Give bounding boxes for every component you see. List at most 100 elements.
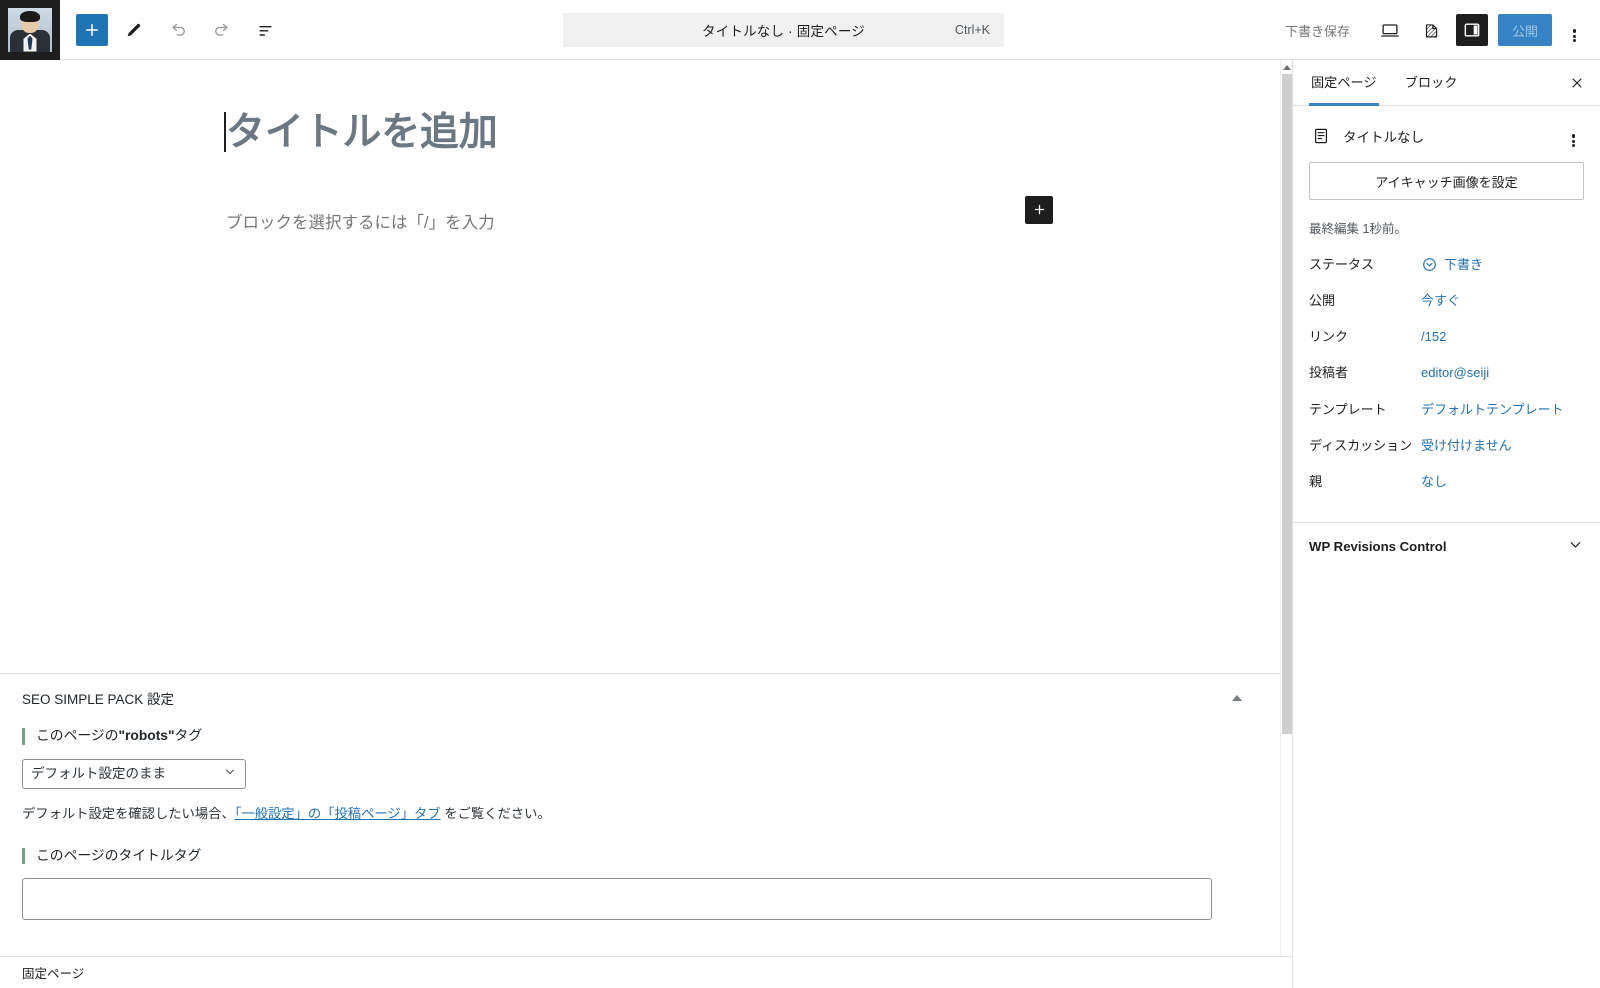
- site-avatar: [8, 7, 52, 52]
- more-vertical-icon: [1571, 133, 1575, 147]
- meta-key-discussion: ディスカッション: [1309, 437, 1413, 453]
- meta-row-link: リンク /152: [1309, 319, 1584, 355]
- block-appender-button[interactable]: [1025, 195, 1053, 224]
- editor-scrollbar[interactable]: [1280, 60, 1292, 988]
- plus-icon: [86, 23, 98, 36]
- meta-value-publish[interactable]: 今すぐ: [1421, 291, 1584, 311]
- meta-row-publish: 公開 今すぐ: [1309, 283, 1584, 319]
- meta-value-template[interactable]: デフォルトテンプレート: [1421, 400, 1584, 420]
- meta-value-discussion[interactable]: 受け付けません: [1421, 436, 1584, 456]
- tab-block[interactable]: ブロック: [1391, 60, 1472, 106]
- title-tag-input[interactable]: [22, 878, 1212, 921]
- preview-button[interactable]: [1372, 12, 1408, 48]
- default-block[interactable]: ブロックを選択するには「/」を入力: [226, 195, 1053, 239]
- meta-boxes-area: SEO SIMPLE PACK 設定 このページの"robots"タグ デフォル…: [0, 673, 1280, 967]
- edit-tool-button[interactable]: [116, 12, 152, 48]
- list-view-icon: [259, 25, 272, 36]
- sidebar-panel-icon: [1464, 23, 1480, 37]
- meta-value-status-text: 下書き: [1444, 257, 1484, 272]
- helper-pre: デフォルト設定を確認したい場合、: [22, 805, 235, 821]
- post-meta-rows: ステータス 下書き 公開 今すぐ リンク /152 投稿者 editor@sei…: [1309, 247, 1584, 500]
- scroll-up-button[interactable]: [1281, 60, 1292, 74]
- meta-key-status: ステータス: [1309, 257, 1375, 272]
- redo-icon: [215, 23, 228, 36]
- close-icon: [1572, 77, 1582, 88]
- site-icon-button[interactable]: [0, 0, 60, 60]
- meta-row-author: 投稿者 editor@seiji: [1309, 355, 1584, 391]
- meta-row-parent: 親 なし: [1309, 464, 1584, 500]
- page-icon: [1309, 124, 1333, 148]
- panel-wp-revisions-control: WP Revisions Control: [1293, 521, 1600, 571]
- meta-value-parent[interactable]: なし: [1421, 472, 1584, 492]
- document-title: タイトルなし: [1343, 130, 1424, 145]
- status-bar-label: 固定ページ: [22, 967, 85, 981]
- tab-page[interactable]: 固定ページ: [1297, 60, 1391, 106]
- options-menu-button[interactable]: [1556, 12, 1592, 48]
- last-edited-text: 最終編集 1秒前。: [1309, 222, 1407, 236]
- editor-canvas[interactable]: タイトルを追加 ブロックを選択するには「/」を入力 SEO SIMPLE PAC…: [0, 60, 1280, 988]
- status-draft-icon: [1421, 256, 1438, 273]
- robots-select[interactable]: デフォルト設定のまま: [22, 758, 246, 789]
- robots-label-bold: "robots": [118, 728, 175, 743]
- command-bar[interactable]: タイトルなし · 固定ページ Ctrl+K: [563, 13, 1004, 47]
- external-view-icon: [1425, 24, 1438, 38]
- view-page-button[interactable]: [1414, 12, 1450, 48]
- metabox-title: SEO SIMPLE PACK 設定: [22, 692, 175, 707]
- robots-helper-text: デフォルト設定を確認したい場合、「一般設定」の「投稿ページ」タブ をご覧ください…: [22, 803, 1258, 822]
- post-title-input[interactable]: タイトルを追加: [224, 110, 1052, 157]
- triangle-up-icon: [1283, 64, 1291, 70]
- meta-key-publish: 公開: [1309, 293, 1336, 309]
- meta-value-status[interactable]: 下書き: [1421, 255, 1584, 275]
- robots-label-suffix: タグ: [174, 728, 203, 743]
- publish-button[interactable]: 公開: [1497, 14, 1552, 46]
- document-actions-button[interactable]: [1558, 120, 1588, 150]
- set-featured-image-button[interactable]: アイキャッチ画像を設定: [1309, 162, 1584, 200]
- metabox-body: このページの"robots"タグ デフォルト設定のまま デフォルト設定を確認した…: [0, 718, 1280, 966]
- helper-post: をご覧ください。: [440, 805, 551, 821]
- meta-key-template: テンプレート: [1309, 401, 1387, 417]
- metabox-seo-simple-pack: SEO SIMPLE PACK 設定 このページの"robots"タグ デフォル…: [0, 674, 1280, 966]
- editor-app: タイトルなし · 固定ページ Ctrl+K 下書き保存 公開 タイトルを追加 ブ…: [0, 0, 1600, 988]
- desktop-icon: [1381, 24, 1399, 37]
- settings-sidebar-toggle[interactable]: [1455, 14, 1488, 46]
- scrollbar-thumb[interactable]: [1282, 74, 1292, 734]
- meta-value-link[interactable]: /152: [1421, 327, 1584, 347]
- editor-top-toolbar: タイトルなし · 固定ページ Ctrl+K 下書き保存 公開: [0, 0, 1600, 60]
- list-view-button[interactable]: [248, 12, 284, 48]
- field-label-robots: このページの"robots"タグ: [22, 728, 1258, 745]
- meta-row-discussion: ディスカッション 受け付けません: [1309, 428, 1584, 464]
- panel-header-wp-revisions-control[interactable]: WP Revisions Control: [1309, 523, 1584, 571]
- redo-button[interactable]: [204, 12, 240, 48]
- meta-key-link: リンク: [1309, 329, 1349, 345]
- block-placeholder-text: ブロックを選択するには「/」を入力: [226, 213, 495, 232]
- meta-row-status: ステータス 下書き: [1309, 247, 1584, 283]
- robots-select-wrap: デフォルト設定のまま: [22, 758, 246, 789]
- editor-region: タイトルを追加 ブロックを選択するには「/」を入力 SEO SIMPLE PAC…: [0, 60, 1292, 988]
- sidebar-tabs: 固定ページ ブロック: [1293, 60, 1600, 106]
- plus-icon: [1034, 205, 1044, 215]
- editor-status-bar: 固定ページ: [0, 956, 1292, 988]
- command-bar-shortcut: Ctrl+K: [954, 23, 990, 37]
- sidebar-summary-section: タイトルなし アイキャッチ画像を設定 最終編集 1秒前。 ステータス 下書き 公…: [1293, 106, 1600, 500]
- field-title-tag: このページのタイトルタグ: [22, 847, 1258, 921]
- toolbar-left-group: [60, 12, 288, 48]
- toolbar-right-group: 下書き保存 公開: [1273, 0, 1600, 60]
- collapse-triangle-icon[interactable]: [1232, 695, 1242, 701]
- robots-label-prefix: このページの: [36, 728, 119, 743]
- post-title-placeholder: タイトルを追加: [226, 111, 498, 154]
- field-label-title-tag: このページのタイトルタグ: [22, 847, 1258, 865]
- save-draft-button[interactable]: 下書き保存: [1273, 13, 1362, 48]
- undo-button[interactable]: [160, 12, 196, 48]
- more-vertical-icon: [1572, 28, 1576, 43]
- settings-sidebar: 固定ページ ブロック タイトルなし アイキャッチ画像を設定 最終編集 1秒前。 …: [1292, 60, 1600, 988]
- meta-row-template: テンプレート デフォルトテンプレート: [1309, 392, 1584, 428]
- pencil-icon: [127, 23, 141, 36]
- document-row: タイトルなし: [1309, 120, 1584, 158]
- add-block-button[interactable]: [76, 13, 108, 46]
- meta-value-author[interactable]: editor@seiji: [1421, 363, 1584, 383]
- general-settings-link[interactable]: 「一般設定」の「投稿ページ」タブ: [235, 806, 441, 821]
- close-sidebar-button[interactable]: [1560, 66, 1594, 100]
- meta-key-author: 投稿者: [1309, 365, 1349, 381]
- command-bar-title: タイトルなし · 固定ページ: [701, 24, 866, 39]
- metabox-header[interactable]: SEO SIMPLE PACK 設定: [0, 674, 1280, 718]
